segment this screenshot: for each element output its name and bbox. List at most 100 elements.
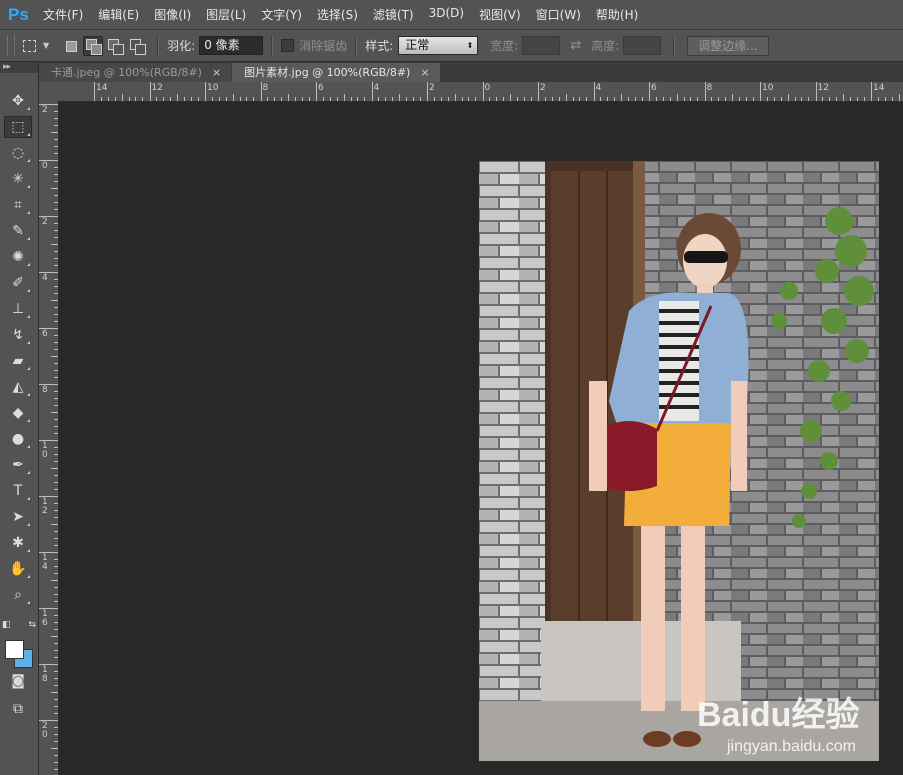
- refine-edge-button[interactable]: 调整边缘...: [687, 35, 769, 56]
- ruler-label: 12: [817, 83, 829, 93]
- ruler-label: 14: [873, 83, 885, 93]
- options-bar: ▼ 羽化: 0 像素 消除锯齿 样式: 正常 ⬍ 宽度: ⇄ 高度: 调整边缘.…: [0, 30, 903, 62]
- ruler-label: 2: [540, 83, 546, 93]
- add-to-selection-button[interactable]: [83, 35, 104, 56]
- healing-brush-icon[interactable]: ✺: [4, 246, 32, 268]
- swap-icon[interactable]: ⇄: [570, 38, 581, 53]
- watermark-url: jingyan.baidu.com: [726, 738, 856, 755]
- path-selection-icon[interactable]: ➤: [4, 506, 32, 528]
- tab-document[interactable]: 图片素材.jpg @ 100%(RGB/8#) ×: [232, 63, 440, 82]
- ruler-label: 6: [42, 329, 48, 339]
- new-selection-button[interactable]: [61, 36, 81, 56]
- dodge-tool-icon[interactable]: ●: [4, 428, 32, 450]
- document-image[interactable]: Baidu经验 jingyan.baidu.com: [479, 161, 879, 761]
- ruler-label: 1 2: [42, 497, 48, 516]
- ruler-label: 8: [42, 385, 48, 395]
- ruler-label: 0: [42, 161, 48, 171]
- swatch-controls: ◧ ⇆: [2, 617, 36, 633]
- paint-bucket-icon[interactable]: ◭: [4, 376, 32, 398]
- ruler-label: 10: [207, 83, 219, 93]
- watermark-brand: Baidu经验: [697, 695, 859, 734]
- ruler-label: 14: [96, 83, 108, 93]
- options-grip[interactable]: [7, 35, 15, 56]
- chevron-updown-icon: ⬍: [466, 41, 474, 50]
- menu-item[interactable]: 窗口(W): [536, 6, 581, 23]
- tab-label: 图片素材.jpg @ 100%(RGB/8#): [244, 66, 411, 79]
- menu-item[interactable]: 编辑(E): [98, 6, 139, 23]
- ruler-label: 2 0: [42, 721, 48, 740]
- collapse-icon[interactable]: ▸▸: [0, 62, 38, 73]
- ruler-label: 4: [595, 83, 602, 93]
- style-select[interactable]: 正常 ⬍: [398, 36, 479, 55]
- close-icon[interactable]: ×: [420, 63, 429, 82]
- pen-tool-icon[interactable]: ✒: [4, 454, 32, 476]
- brush-tool-icon[interactable]: ✐: [4, 272, 32, 294]
- magic-wand-icon[interactable]: ✳: [4, 168, 32, 190]
- menu-item[interactable]: 视图(V): [479, 6, 521, 23]
- vertical-ruler[interactable]: 2 0 2 4 6 8 1 0 1 2 1 4 1 6 1 8 2 0: [39, 101, 59, 775]
- history-brush-icon[interactable]: ↯: [4, 324, 32, 346]
- style-label: 样式:: [365, 39, 394, 53]
- ruler-label: 4: [373, 83, 380, 93]
- subtract-from-selection-button[interactable]: [105, 36, 125, 56]
- marquee-tool-icon[interactable]: ⬚: [4, 116, 32, 138]
- lasso-tool-icon[interactable]: ◌: [4, 142, 32, 164]
- preset-dropdown-icon[interactable]: ▼: [43, 41, 49, 50]
- hand-tool-icon[interactable]: ✋: [4, 558, 32, 580]
- menu-item[interactable]: 文件(F): [43, 6, 83, 23]
- tools-panel: ▸▸ ✥ ⬚ ◌ ✳ ⌗ ✎ ✺ ✐ ⊥ ↯ ▰ ◭ ◆ ● ✒ T ➤ ✱ ✋ ⌕ ◧ ⇆ ◙ ⧉: [0, 62, 39, 775]
- app-logo: Ps: [8, 4, 29, 24]
- ruler-label: 12: [151, 83, 163, 93]
- height-label: 高度:: [591, 39, 620, 53]
- width-label: 宽度:: [490, 39, 519, 53]
- custom-shape-icon[interactable]: ✱: [4, 532, 32, 554]
- menu-item[interactable]: 滤镜(T): [373, 6, 414, 23]
- default-colors-icon[interactable]: ◧: [2, 620, 11, 630]
- antialias-checkbox[interactable]: [281, 39, 295, 52]
- ruler-label: 6: [651, 83, 657, 93]
- divider: [271, 35, 274, 56]
- ruler-label: 6: [318, 83, 324, 93]
- ruler-label: 2: [42, 217, 48, 227]
- horizontal-ruler[interactable]: 14 12 10 8 6 4 2 0 2 4 6 8 10 12 14: [58, 82, 903, 102]
- ruler-label: 4: [42, 273, 48, 283]
- eyedropper-icon[interactable]: ✎: [4, 220, 32, 242]
- crop-tool-icon[interactable]: ⌗: [4, 194, 32, 216]
- ruler-label: 1 8: [42, 665, 48, 684]
- feather-label: 羽化:: [167, 39, 196, 53]
- screen-mode-icon[interactable]: ⧉: [4, 698, 32, 720]
- ruler-label: 2: [42, 105, 48, 115]
- blur-tool-icon[interactable]: ◆: [4, 402, 32, 424]
- ruler-label: 10: [762, 83, 774, 93]
- close-icon[interactable]: ×: [212, 63, 221, 82]
- intersect-selection-button[interactable]: [127, 36, 147, 56]
- menu-item[interactable]: 图层(L): [206, 6, 246, 23]
- menu-item[interactable]: 帮助(H): [596, 6, 638, 23]
- swap-colors-icon[interactable]: ⇆: [28, 620, 36, 630]
- ruler-label: 1 6: [42, 609, 48, 628]
- menu-item[interactable]: 选择(S): [317, 6, 358, 23]
- clone-stamp-icon[interactable]: ⊥: [4, 298, 32, 320]
- antialias-label: 消除锯齿: [299, 39, 348, 53]
- quick-mask-icon[interactable]: ◙: [4, 670, 32, 692]
- divider: [157, 35, 160, 56]
- menu-item[interactable]: 文字(Y): [261, 6, 302, 23]
- ruler-origin[interactable]: [39, 82, 59, 102]
- tab-document[interactable]: 卡通.jpeg @ 100%(RGB/8#) ×: [39, 63, 232, 82]
- rect-marquee-preset-icon[interactable]: [21, 38, 39, 54]
- feather-input[interactable]: 0 像素: [199, 36, 264, 55]
- type-tool-icon[interactable]: T: [4, 480, 32, 502]
- menu-item[interactable]: 3D(D): [429, 6, 464, 23]
- eraser-tool-icon[interactable]: ▰: [4, 350, 32, 372]
- divider: [355, 35, 358, 56]
- ruler-label: 8: [262, 83, 269, 93]
- move-tool-icon[interactable]: ✥: [4, 90, 32, 112]
- foreground-color-swatch[interactable]: [5, 640, 24, 659]
- menu-item[interactable]: 图像(I): [154, 6, 191, 23]
- width-input[interactable]: [522, 36, 561, 55]
- style-value: 正常: [405, 38, 430, 52]
- zoom-tool-icon[interactable]: ⌕: [4, 584, 32, 606]
- ruler-label: 0: [484, 83, 491, 93]
- ruler-label: 2: [429, 83, 435, 93]
- height-input[interactable]: [623, 36, 662, 55]
